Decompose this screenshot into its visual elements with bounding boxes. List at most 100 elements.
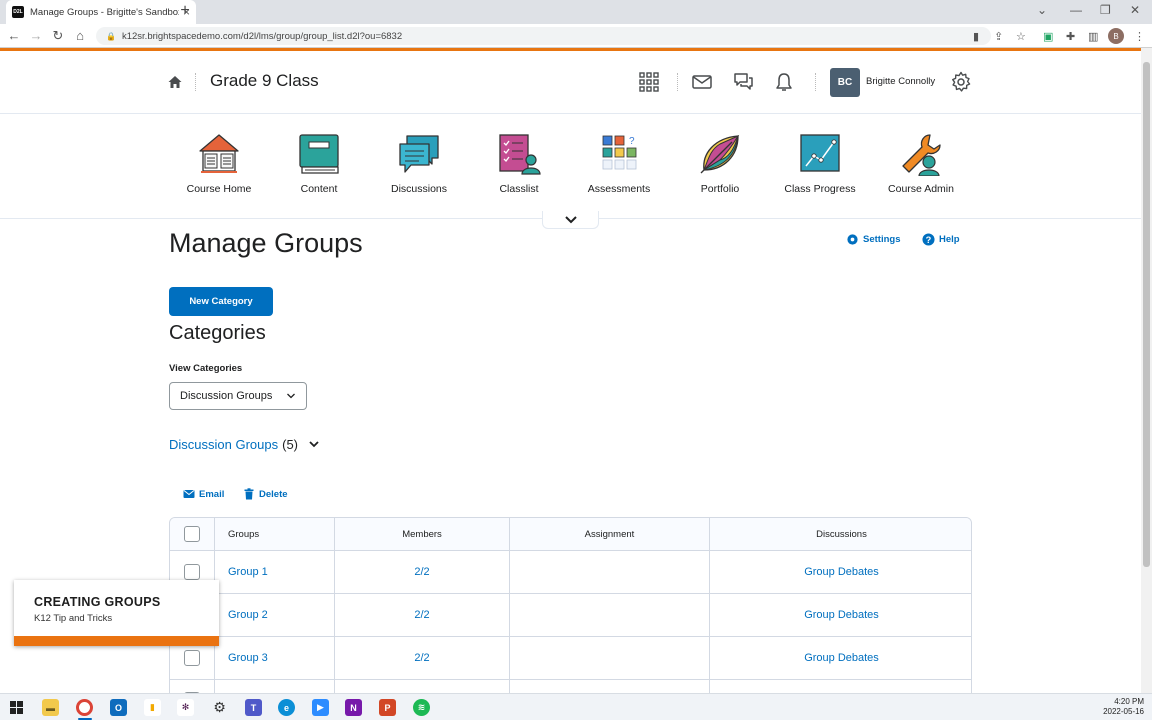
column-header-groups[interactable]: Groups [215, 518, 335, 550]
chevron-down-icon [287, 393, 295, 399]
group-category-count: (5) [282, 437, 298, 452]
onenote-icon[interactable]: N [345, 699, 362, 716]
nav-item-assessments[interactable]: ? Assessments [569, 132, 669, 195]
chevron-down-icon [564, 215, 577, 223]
taskbar-clock[interactable]: 4:20 PM 2022-05-16 [1103, 697, 1144, 717]
settings-gear-icon [847, 234, 858, 245]
nav-item-content[interactable]: Content [269, 132, 369, 195]
members-link[interactable]: 2/2 [335, 637, 510, 679]
column-header-assignment[interactable]: Assignment [510, 518, 710, 550]
portfolio-icon [700, 134, 740, 174]
discussion-link[interactable]: Group Debates [710, 637, 971, 679]
nav-item-class-progress[interactable]: Class Progress [770, 132, 870, 195]
nav-label: Portfolio [700, 183, 740, 195]
delete-action[interactable]: Delete [243, 488, 288, 500]
minimize-icon[interactable]: — [1070, 3, 1082, 17]
nav-label: Assessments [587, 183, 651, 195]
app-grid-icon[interactable] [638, 71, 660, 93]
extension-green-icon[interactable]: ▣ [1043, 30, 1053, 43]
view-categories-select[interactable]: Discussion Groups [169, 382, 307, 410]
assignment-cell [510, 594, 710, 636]
chrome-icon[interactable] [76, 699, 93, 716]
select-all-checkbox[interactable] [184, 526, 200, 542]
windows-start-icon[interactable] [8, 699, 25, 716]
mail-icon[interactable] [691, 71, 713, 93]
discussion-link[interactable]: Group Debates [710, 594, 971, 636]
tab-search-icon[interactable]: ⌄ [1037, 3, 1047, 17]
app-icon-yellow[interactable]: ▮ [144, 699, 161, 716]
gear-icon[interactable] [950, 71, 972, 93]
group-name-link[interactable]: Group 1 [215, 551, 335, 593]
nav-item-course-home[interactable]: Course Home [169, 132, 269, 195]
row-checkbox[interactable] [184, 650, 200, 666]
browser-tab[interactable]: D2L Manage Groups - Brigitte's Sandbox × [6, 0, 196, 24]
close-window-icon[interactable]: ✕ [1130, 3, 1140, 17]
nav-item-course-admin[interactable]: Course Admin [871, 132, 971, 195]
slack-icon[interactable]: ✻ [177, 699, 194, 716]
page-scrollbar[interactable] [1141, 48, 1152, 693]
bell-icon[interactable] [773, 71, 795, 93]
table-row: Group 3 2/2 Group Debates [170, 637, 971, 680]
group-category-name[interactable]: Discussion Groups [169, 437, 278, 452]
user-name[interactable]: Brigitte Connolly [866, 76, 935, 87]
navbar-collapse-toggle[interactable] [542, 211, 599, 229]
column-header-members[interactable]: Members [335, 518, 510, 550]
group-category-heading[interactable]: Discussion Groups (5) [169, 437, 320, 452]
members-link[interactable]: 2/2 [335, 551, 510, 593]
course-title[interactable]: Grade 9 Class [210, 71, 319, 91]
overlay-subtitle: K12 Tip and Tricks [34, 613, 113, 624]
settings-link[interactable]: Settings [846, 233, 900, 246]
group-name-link[interactable]: Group 3 [215, 637, 335, 679]
user-avatar[interactable]: BC [830, 68, 860, 97]
assignment-cell [510, 551, 710, 593]
new-category-button[interactable]: New Category [169, 287, 273, 316]
scrollbar-thumb[interactable] [1143, 62, 1150, 567]
browser-menu-icon[interactable]: ⋮ [1134, 30, 1145, 43]
nav-label: Classlist [499, 183, 539, 195]
home-icon[interactable] [167, 74, 183, 90]
email-icon [183, 490, 195, 498]
maximize-icon[interactable]: ❐ [1100, 3, 1111, 17]
assessments-icon: ? [602, 135, 637, 170]
group-name-link[interactable]: Group 2 [215, 594, 335, 636]
spotify-icon[interactable]: ≋ [413, 699, 430, 716]
nav-label: Course Admin [888, 183, 954, 195]
reload-icon[interactable]: ↻ [50, 28, 66, 44]
select-value: Discussion Groups [180, 390, 273, 402]
members-link[interactable]: 2/2 [335, 594, 510, 636]
forward-icon[interactable]: → [28, 28, 44, 43]
chat-icon[interactable] [732, 71, 754, 93]
url-field[interactable]: 🔒 k12sr.brightspacedemo.com/d2l/lms/grou… [96, 27, 991, 45]
edge-icon[interactable]: e [278, 699, 295, 716]
side-panel-icon[interactable]: ▥ [1088, 30, 1098, 43]
chevron-down-icon[interactable] [308, 440, 320, 449]
teams-icon[interactable]: T [245, 699, 262, 716]
zoom-icon[interactable]: ▶ [312, 699, 329, 716]
file-explorer-icon[interactable]: ▬ [42, 699, 59, 716]
new-tab-icon[interactable]: + [177, 2, 193, 20]
email-action[interactable]: Email [183, 488, 224, 500]
share-icon[interactable]: ⇪ [994, 30, 1003, 43]
nav-item-discussions[interactable]: Discussions [369, 132, 469, 195]
back-icon[interactable]: ← [6, 28, 22, 43]
tab-title: Manage Groups - Brigitte's Sandbox [30, 6, 179, 18]
powerpoint-icon[interactable]: P [379, 699, 396, 716]
nav-item-classlist[interactable]: Classlist [469, 132, 569, 195]
settings-gear-taskbar-icon[interactable]: ⚙ [211, 699, 228, 716]
camera-icon[interactable]: ▮ [973, 30, 979, 43]
outlook-icon[interactable]: O [110, 699, 127, 716]
discussion-link[interactable]: Group Debates [710, 551, 971, 593]
browser-profile-avatar[interactable]: B [1108, 28, 1124, 44]
home-browser-icon[interactable]: ⌂ [72, 28, 88, 43]
help-link[interactable]: ? Help [922, 233, 960, 246]
nav-label: Discussions [390, 183, 448, 195]
column-header-discussions[interactable]: Discussions [710, 518, 971, 550]
nav-item-portfolio[interactable]: Portfolio [670, 132, 770, 195]
course-navbar: Course Home Content Discussions Classlis… [0, 114, 1141, 219]
row-checkbox[interactable] [184, 564, 200, 580]
bookmark-star-icon[interactable]: ☆ [1016, 30, 1026, 43]
select-all-cell [170, 518, 215, 550]
header-separator [677, 73, 678, 91]
table-header-row: Groups Members Assignment Discussions [170, 518, 971, 551]
extensions-puzzle-icon[interactable]: ✚ [1066, 30, 1075, 43]
